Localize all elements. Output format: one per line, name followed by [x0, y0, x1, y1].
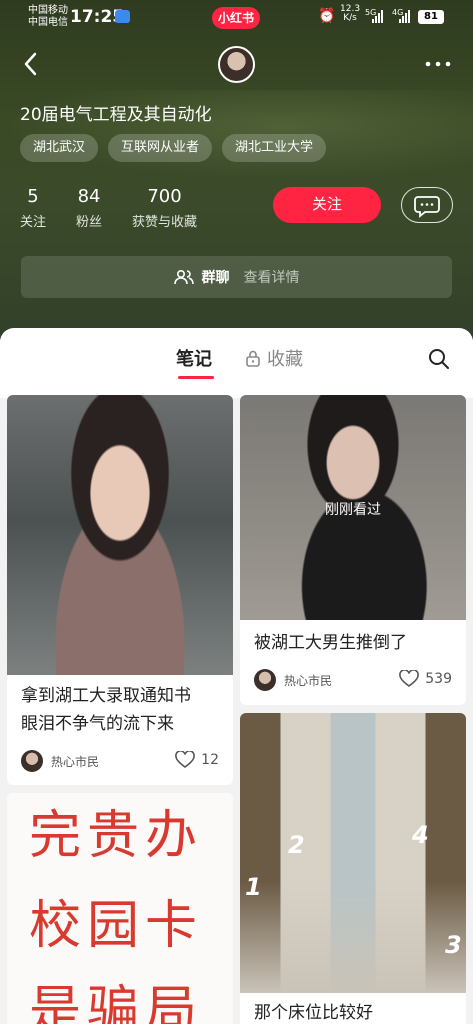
stat-value: 700: [147, 186, 182, 207]
note-card-3[interactable]: 完贵办 校园卡 是骗局: [7, 793, 233, 1024]
cloud-icon: [115, 10, 130, 23]
tab-collections-label: 收藏: [267, 349, 303, 370]
tab-panel: 笔记 收藏: [0, 328, 473, 398]
note-title: 拿到湖工大录取通知书 眼泪不争气的流下来: [21, 682, 191, 738]
lock-icon: [246, 350, 260, 367]
author-avatar: [21, 750, 43, 772]
tag-occupation[interactable]: 互联网从业者: [108, 134, 213, 162]
signal-1-icon: [372, 10, 383, 23]
profile-tags: 湖北武汉 互联网从业者 湖北工业大学: [20, 134, 327, 162]
handwriting-line-3: 是骗局: [29, 981, 204, 1024]
photo-mark: 2: [288, 831, 305, 859]
note-title: 被湖工大男生推倒了: [254, 633, 407, 653]
profile-stats: 5 关注 84 粉丝 700 获赞与收藏: [20, 186, 227, 230]
net-speed: 12.3 K/s: [340, 5, 360, 23]
message-icon: [414, 196, 440, 218]
note-card-4[interactable]: 1 2 3 4 那个床位比较好: [240, 713, 466, 1024]
back-icon: [24, 52, 37, 76]
photo-mark: 3: [445, 931, 462, 959]
alarm-icon: ⏰: [318, 8, 336, 24]
heart-icon: [399, 670, 420, 687]
recently-viewed-label: 刚刚看过: [325, 502, 381, 518]
stat-following[interactable]: 5 关注: [20, 186, 46, 230]
back-button[interactable]: [18, 48, 46, 80]
like-button[interactable]: 539: [399, 670, 452, 688]
profile-bio: 20届电气工程及其自动化: [20, 105, 212, 125]
stat-label: 获赞与收藏: [132, 215, 198, 230]
stat-label: 粉丝: [76, 215, 103, 230]
tag-location[interactable]: 湖北武汉: [20, 134, 99, 162]
carrier-2: 中国电信: [28, 17, 68, 28]
group-chat-detail: 查看详情: [243, 270, 300, 286]
note-author[interactable]: 热心市民: [254, 669, 332, 691]
note-title: 那个床位比较好: [254, 1003, 373, 1023]
note-card-2[interactable]: 刚刚看过 被湖工大男生推倒了 热心市民 539: [240, 395, 466, 705]
stat-value: 84: [77, 186, 101, 207]
tab-notes[interactable]: 笔记: [176, 345, 212, 371]
like-count: 12: [201, 752, 219, 768]
search-icon: [429, 349, 449, 369]
message-button[interactable]: [401, 187, 453, 223]
more-button[interactable]: [420, 50, 456, 78]
stat-likes-collections[interactable]: 700 获赞与收藏: [132, 186, 197, 230]
note-title-line-2: 眼泪不争气的流下来: [21, 714, 174, 734]
heart-icon: [175, 751, 196, 768]
signal-2-icon: [399, 10, 410, 23]
carrier-1: 中国移动: [28, 5, 68, 16]
tab-collections[interactable]: 收藏: [245, 345, 303, 371]
handwriting-line-1: 完贵办: [29, 806, 204, 866]
note-card-1[interactable]: 拿到湖工大录取通知书 眼泪不争气的流下来 热心市民 12: [7, 395, 233, 785]
stat-value: 5: [27, 186, 39, 207]
note-author[interactable]: 热心市民: [21, 750, 99, 772]
group-icon: [173, 269, 194, 285]
follow-button[interactable]: 关注: [273, 187, 381, 223]
author-name: 热心市民: [51, 754, 100, 769]
stat-label: 关注: [20, 215, 47, 230]
author-avatar: [254, 669, 276, 691]
photo-mark: 4: [412, 821, 429, 849]
handwriting-line-2: 校园卡: [29, 896, 204, 956]
note-cover-image: 1 2 3 4: [240, 713, 466, 993]
photo-mark: 1: [245, 873, 262, 901]
carrier-info: 中国移动 中国电信: [28, 5, 68, 29]
search-button[interactable]: [427, 347, 451, 371]
note-cover-image: 完贵办 校园卡 是骗局: [7, 793, 233, 1024]
group-chat-bar[interactable]: 群聊 查看详情: [21, 256, 452, 298]
like-button[interactable]: 12: [175, 751, 219, 769]
app-badge: 小红书: [212, 7, 260, 29]
status-bar: 中国移动 中国电信 17:25 小红书 ⏰ 12.3 K/s 5G 4G 81: [0, 0, 473, 36]
active-tab-indicator: [178, 376, 214, 379]
avatar[interactable]: [218, 46, 255, 83]
battery-icon: 81: [418, 10, 444, 24]
more-icon: [425, 61, 451, 67]
like-count: 539: [425, 671, 452, 687]
stat-followers[interactable]: 84 粉丝: [76, 186, 102, 230]
tag-school[interactable]: 湖北工业大学: [222, 134, 327, 162]
group-chat-title: 群聊: [201, 270, 230, 286]
net-speed-unit: K/s: [343, 13, 357, 23]
author-name: 热心市民: [284, 673, 333, 688]
note-title-line-1: 拿到湖工大录取通知书: [21, 686, 191, 706]
note-cover-image: [7, 395, 233, 675]
